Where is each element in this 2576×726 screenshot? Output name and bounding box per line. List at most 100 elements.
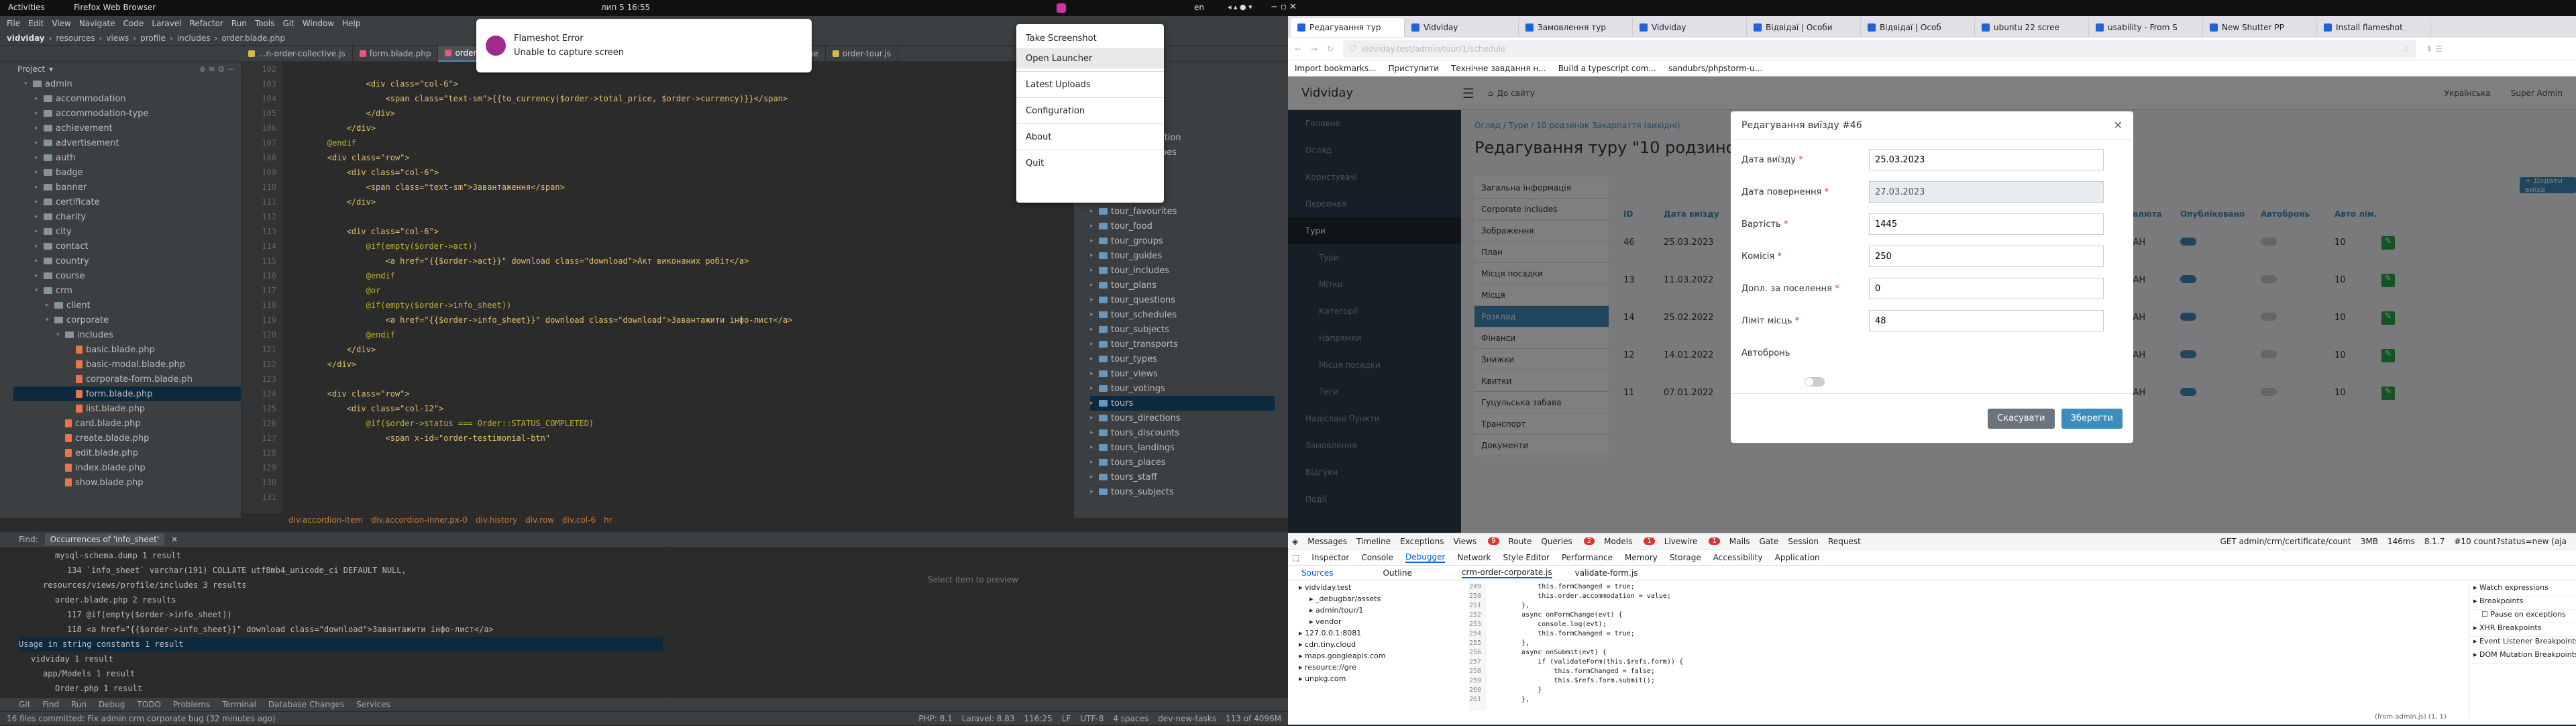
find-result-item[interactable]: Order.php 1 result [19, 681, 663, 696]
chevron-down-icon[interactable]: ▾ [35, 287, 42, 294]
code-line[interactable] [288, 460, 1067, 475]
bookmark-star-icon[interactable]: ☆ [2402, 44, 2410, 54]
chevron-right-icon[interactable]: ▸ [35, 110, 42, 117]
structure-crumb[interactable]: div.row [525, 515, 554, 525]
menu-refactor[interactable]: Refactor [190, 19, 223, 28]
debugger-code-line[interactable]: this.$refs.form.submit(); [1489, 677, 2160, 686]
browser-tab[interactable]: Vidviday [1633, 18, 1747, 37]
system-tray-icons[interactable]: ◂ ▴ ● ▾ [1228, 3, 1252, 11]
menu-view[interactable]: View [52, 19, 70, 28]
bottom-tool-tab[interactable]: Run [71, 700, 87, 709]
debugbar-tab[interactable]: Gate [1760, 537, 1779, 546]
tree-folder[interactable]: ▸ course [13, 268, 241, 283]
project-header-icons[interactable]: ⊕ ≡ ⚙ − [199, 64, 234, 74]
crumb-resources[interactable]: resources [56, 34, 95, 43]
save-button[interactable]: Зберегти [2061, 408, 2123, 429]
find-result-item[interactable]: 117 @if(empty($order->info_sheet)) [19, 607, 663, 622]
crumb-profile[interactable]: profile [140, 34, 166, 43]
bottom-tool-tab[interactable]: Terminal [222, 700, 256, 709]
modal-input[interactable] [1869, 278, 2104, 299]
db-table-item[interactable]: ▸ tour_plans [1090, 278, 1275, 293]
menu-configuration[interactable]: Configuration [1016, 101, 1164, 121]
tree-folder[interactable]: ▸ country [13, 254, 241, 268]
tree-folder[interactable]: ▾ includes [13, 327, 241, 342]
debugger-line-number[interactable]: 250 [1469, 592, 1487, 602]
bottom-tool-tab[interactable]: Git [19, 700, 30, 709]
sources-subtab[interactable]: Sources [1301, 568, 1333, 578]
code-line[interactable]: @if(empty($order->info_sheet)) [288, 298, 1067, 313]
code-line[interactable]: </div> [288, 121, 1067, 136]
menu-tools[interactable]: Tools [255, 19, 275, 28]
chevron-down-icon[interactable]: ▾ [56, 331, 63, 338]
bottom-tool-tab[interactable]: TODO [137, 700, 160, 709]
debugger-line-number[interactable]: 257 [1469, 658, 1487, 668]
cancel-button[interactable]: Скасувати [1988, 408, 2055, 429]
url-text[interactable]: vidviday.test/admin/tour/1/schedule [1361, 44, 1505, 54]
chevron-right-icon[interactable]: ▸ [1090, 415, 1097, 421]
chevron-right-icon[interactable]: ▸ [35, 95, 42, 102]
chevron-right-icon[interactable]: ▸ [1090, 385, 1097, 392]
debugbar-tab[interactable]: Session [1788, 537, 1819, 546]
bookmark-item[interactable]: Приступити [1389, 64, 1440, 73]
tree-folder[interactable]: ▾ admin [13, 76, 241, 91]
db-table-item[interactable]: ▸ tour_types [1090, 352, 1275, 366]
tree-folder[interactable]: ▸ city [13, 224, 241, 239]
debugger-code-line[interactable]: this.formChanged = true; [1489, 630, 2160, 639]
source-tree-item[interactable]: ▸ vendor [1295, 617, 1462, 629]
menu-quit[interactable]: Quit [1016, 153, 1164, 173]
tree-folder[interactable]: ▸ accommodation [13, 91, 241, 106]
code-line[interactable]: @or [288, 283, 1067, 298]
browser-tab[interactable]: usability - From S [2089, 18, 2203, 37]
chevron-right-icon[interactable]: ▸ [1090, 297, 1097, 303]
browser-tab[interactable]: Замовлення тур [1519, 18, 1633, 37]
tree-folder[interactable]: ▾ crm [13, 283, 241, 298]
debugbar-info-request[interactable]: GET admin/crm/certificate/count [2220, 537, 2351, 546]
menu-edit[interactable]: Edit [28, 19, 44, 28]
code-line[interactable]: <div class="col-6"> [288, 76, 1067, 91]
shield-icon[interactable]: ⛉ [1350, 44, 1356, 54]
tree-folder[interactable]: ▸ charity [13, 209, 241, 224]
chevron-right-icon[interactable]: ▸ [1090, 370, 1097, 377]
debugbar-info-mem[interactable]: 3MB [2361, 537, 2378, 546]
find-result-item[interactable]: vidviday 1 result [19, 652, 663, 666]
tree-folder[interactable]: ▸ contact [13, 239, 241, 254]
menu-about[interactable]: About [1016, 127, 1164, 147]
back-icon[interactable]: ← [1295, 44, 1301, 54]
source-tree-item[interactable]: ▸ admin/tour/1 [1295, 606, 1462, 617]
db-table-item[interactable]: ▸ tour_guides [1090, 248, 1275, 263]
code-line[interactable]: @endif [288, 268, 1067, 283]
db-table-item[interactable]: ▸ tour_schedules [1090, 307, 1275, 322]
clock[interactable]: лип 5 16:55 [601, 3, 650, 12]
debugbar-tab[interactable]: Mails [1729, 537, 1750, 546]
outline-subtab[interactable]: Outline [1383, 568, 1411, 578]
bottom-tool-tab[interactable]: Debug [99, 700, 125, 709]
debugger-side-item[interactable]: ▸ Watch expressions [2469, 583, 2576, 597]
file-tab-corporate[interactable]: crm-order-corporate.js [1461, 567, 1552, 578]
debugbar-tab[interactable]: Livewire [1664, 537, 1698, 546]
find-result-item[interactable]: mysql-schema.dump 1 result [19, 548, 663, 563]
chevron-right-icon[interactable]: ▸ [35, 213, 42, 220]
db-table-item[interactable]: ▸ tour_transports [1090, 337, 1275, 352]
db-table-item[interactable]: ▸ tours_landings [1090, 440, 1275, 455]
debugbar-tab[interactable]: Exceptions [1400, 537, 1444, 546]
chevron-right-icon[interactable]: ▸ [1090, 429, 1097, 436]
db-table-item[interactable]: ▸ tour_views [1090, 366, 1275, 381]
debugger-line-number[interactable]: 256 [1469, 649, 1487, 658]
chevron-right-icon[interactable]: ▸ [1090, 252, 1097, 259]
menu-file[interactable]: File [7, 19, 20, 28]
code-line[interactable]: @if($order->status === Order::STATUS_COM… [288, 416, 1067, 431]
devtools-tab[interactable]: Accessibility [1713, 553, 1763, 562]
chevron-right-icon[interactable]: ▸ [35, 258, 42, 264]
modal-input[interactable] [1869, 213, 2104, 235]
tree-folder[interactable]: ▸ auth [13, 150, 241, 165]
chevron-right-icon[interactable]: ▸ [1090, 282, 1097, 289]
debugbar-tab[interactable]: Queries [1541, 537, 1572, 546]
status-widget[interactable]: Laravel: 8.83 [962, 714, 1015, 723]
right-tool-strip[interactable] [1275, 62, 1288, 518]
debugbar-info-php[interactable]: 8.1.7 [2424, 537, 2445, 546]
autobook-toggle[interactable] [1805, 377, 1825, 386]
source-tree-item[interactable]: ▸ resource://gre [1295, 663, 1462, 674]
devtools-tab[interactable]: Debugger [1405, 552, 1446, 563]
code-line[interactable]: <div class="row"> [288, 386, 1067, 401]
tree-file[interactable]: list.blade.php [13, 401, 241, 416]
